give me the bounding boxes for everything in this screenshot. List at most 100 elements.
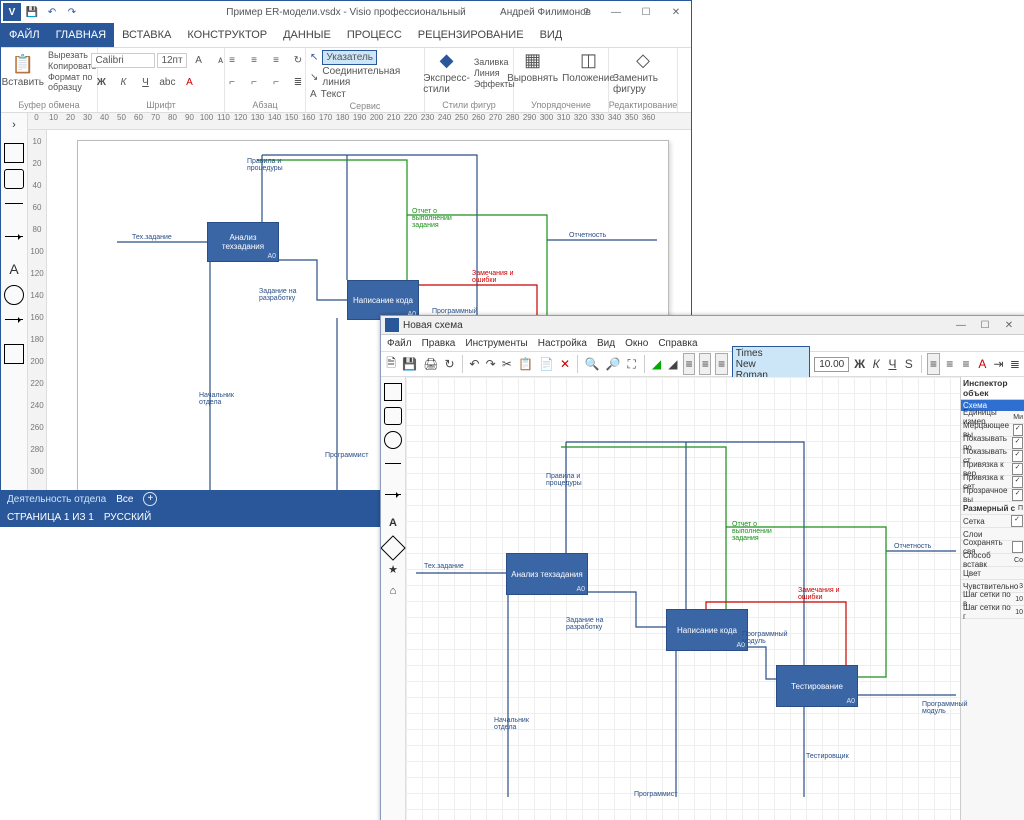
- tab-insert[interactable]: ВСТАВКА: [114, 23, 179, 47]
- refresh-icon[interactable]: ↻: [443, 353, 455, 375]
- text-color-icon[interactable]: A: [976, 353, 988, 375]
- ramus-min-icon[interactable]: —: [949, 320, 973, 331]
- copy-button[interactable]: Копировать: [48, 61, 96, 71]
- undo-icon[interactable]: ↶: [43, 3, 61, 21]
- shape-line-icon[interactable]: [5, 203, 23, 222]
- al-l-icon[interactable]: ≡: [927, 353, 939, 375]
- r-bold-icon[interactable]: Ж: [853, 353, 866, 375]
- font-size-input[interactable]: 10.00: [814, 357, 849, 372]
- list-icon[interactable]: ≣: [1009, 353, 1021, 375]
- shape-text-icon[interactable]: A: [5, 261, 23, 279]
- shape-circle-icon[interactable]: [4, 285, 24, 305]
- sheet-add-icon[interactable]: +: [143, 492, 157, 506]
- r-italic-icon[interactable]: К: [870, 353, 882, 375]
- menu-help[interactable]: Справка: [658, 338, 697, 349]
- align-mid-icon[interactable]: ⌐: [244, 72, 264, 92]
- line-color-icon[interactable]: ◢: [667, 353, 679, 375]
- bullets-icon[interactable]: ≣: [288, 72, 308, 92]
- strike-icon[interactable]: abc: [157, 72, 177, 92]
- menu-edit[interactable]: Правка: [422, 338, 456, 349]
- sheet-activity[interactable]: Деятельность отдела: [7, 494, 106, 505]
- r-shape-star[interactable]: ★: [385, 563, 401, 579]
- position-button[interactable]: ◫Положение: [562, 50, 615, 84]
- r-shape-home[interactable]: ⌂: [385, 585, 401, 601]
- new-icon[interactable]: 🗎: [385, 353, 397, 375]
- delete-icon[interactable]: ✕: [559, 353, 571, 375]
- shape-callout-icon[interactable]: [4, 344, 24, 364]
- menu-window[interactable]: Окно: [625, 338, 648, 349]
- font-name-input[interactable]: Calibri: [91, 53, 155, 68]
- paste-button[interactable]: 📋Вставить: [2, 54, 44, 88]
- grow-font-icon[interactable]: A: [189, 50, 209, 70]
- ramus-close-icon[interactable]: ✕: [997, 320, 1021, 331]
- account-name[interactable]: Андрей Филимонов: [500, 7, 591, 18]
- cut-icon[interactable]: ✂: [501, 353, 513, 375]
- shape-arrow-icon[interactable]: [5, 236, 23, 255]
- ramus-canvas[interactable]: Анализ техзаданияA0 Написание кодаA0 Тес…: [406, 377, 960, 820]
- copy-icon[interactable]: 📋: [517, 353, 534, 375]
- font-size-input[interactable]: 12пт: [157, 53, 186, 68]
- align-button[interactable]: ▦Выровнять: [507, 50, 558, 84]
- pointer-tool[interactable]: Указатель: [322, 50, 377, 65]
- line2-icon[interactable]: ≡: [699, 353, 711, 375]
- connector-tool[interactable]: Соединительная линия: [322, 66, 420, 88]
- r-shape-poly[interactable]: [381, 535, 406, 560]
- zoom-in-icon[interactable]: 🔍: [584, 353, 601, 375]
- r-box-2[interactable]: Написание кодаA0: [666, 609, 748, 651]
- align-center-icon[interactable]: ≡: [244, 50, 264, 70]
- al-c-icon[interactable]: ≡: [944, 353, 956, 375]
- indent-icon[interactable]: ⇥: [992, 353, 1004, 375]
- change-shape-button[interactable]: ◇Заменить фигуру: [613, 50, 673, 95]
- al-r-icon[interactable]: ≡: [960, 353, 972, 375]
- tab-process[interactable]: ПРОЦЕСС: [339, 23, 410, 47]
- rotate-icon[interactable]: ↻: [288, 50, 308, 70]
- zoom-out-icon[interactable]: 🔎: [605, 353, 622, 375]
- undo-icon[interactable]: ↶: [468, 353, 480, 375]
- save-icon[interactable]: 💾: [23, 3, 41, 21]
- align-bot-icon[interactable]: ⌐: [266, 72, 286, 92]
- chevron-right-icon[interactable]: ›: [5, 119, 23, 137]
- r-under-icon[interactable]: Ч: [886, 353, 898, 375]
- r-shape-line[interactable]: [385, 463, 401, 480]
- diagram-box-2[interactable]: Написание кодаA0: [347, 280, 419, 320]
- r-shape-text[interactable]: A: [385, 517, 401, 533]
- sheet-all[interactable]: Все: [116, 494, 133, 505]
- shape-round-icon[interactable]: [4, 169, 24, 189]
- tab-review[interactable]: РЕЦЕНЗИРОВАНИЕ: [410, 23, 532, 47]
- tab-data[interactable]: ДАННЫЕ: [275, 23, 339, 47]
- minimize-icon[interactable]: —: [601, 1, 631, 23]
- align-right-icon[interactable]: ≡: [266, 50, 286, 70]
- print-icon[interactable]: 🖨: [422, 353, 439, 375]
- inspector-row[interactable]: Шаг сетки по г10: [961, 606, 1024, 619]
- line1-icon[interactable]: ≡: [683, 353, 695, 375]
- r-strike-icon[interactable]: S: [903, 353, 915, 375]
- inspector-row[interactable]: Размерный сП: [961, 502, 1024, 515]
- save-icon[interactable]: 💾: [401, 353, 418, 375]
- shape-arrow2-icon[interactable]: [5, 319, 23, 338]
- menu-view[interactable]: Вид: [597, 338, 615, 349]
- maximize-icon[interactable]: ☐: [631, 1, 661, 23]
- r-box-1[interactable]: Анализ техзаданияA0: [506, 553, 588, 595]
- tab-file[interactable]: ФАЙЛ: [1, 23, 48, 47]
- r-shape-rect[interactable]: [384, 383, 402, 401]
- r-box-3[interactable]: ТестированиеA0: [776, 665, 858, 707]
- fill-color-icon[interactable]: ◢: [650, 353, 662, 375]
- bold-icon[interactable]: Ж: [91, 72, 111, 92]
- menu-tools[interactable]: Инструменты: [465, 338, 527, 349]
- redo-icon[interactable]: ↷: [485, 353, 497, 375]
- font-color-icon[interactable]: A: [179, 72, 199, 92]
- tab-view[interactable]: ВИД: [532, 23, 571, 47]
- express-styles-button[interactable]: ◆Экспресс-стили: [423, 50, 470, 95]
- diagram-box-1[interactable]: Анализ техзаданияA0: [207, 222, 279, 262]
- tab-design[interactable]: КОНСТРУКТОР: [179, 23, 275, 47]
- format-painter-button[interactable]: Формат по образцу: [48, 72, 96, 92]
- shape-rect-icon[interactable]: [4, 143, 24, 163]
- inspector-row[interactable]: Прозрачное вы✓: [961, 489, 1024, 502]
- r-shape-arrow[interactable]: [385, 494, 401, 511]
- underline-icon[interactable]: Ч: [135, 72, 155, 92]
- r-shape-circle[interactable]: [384, 431, 402, 449]
- tab-home[interactable]: ГЛАВНАЯ: [48, 23, 114, 47]
- italic-icon[interactable]: К: [113, 72, 133, 92]
- line3-icon[interactable]: ≡: [715, 353, 727, 375]
- align-left-icon[interactable]: ≡: [222, 50, 242, 70]
